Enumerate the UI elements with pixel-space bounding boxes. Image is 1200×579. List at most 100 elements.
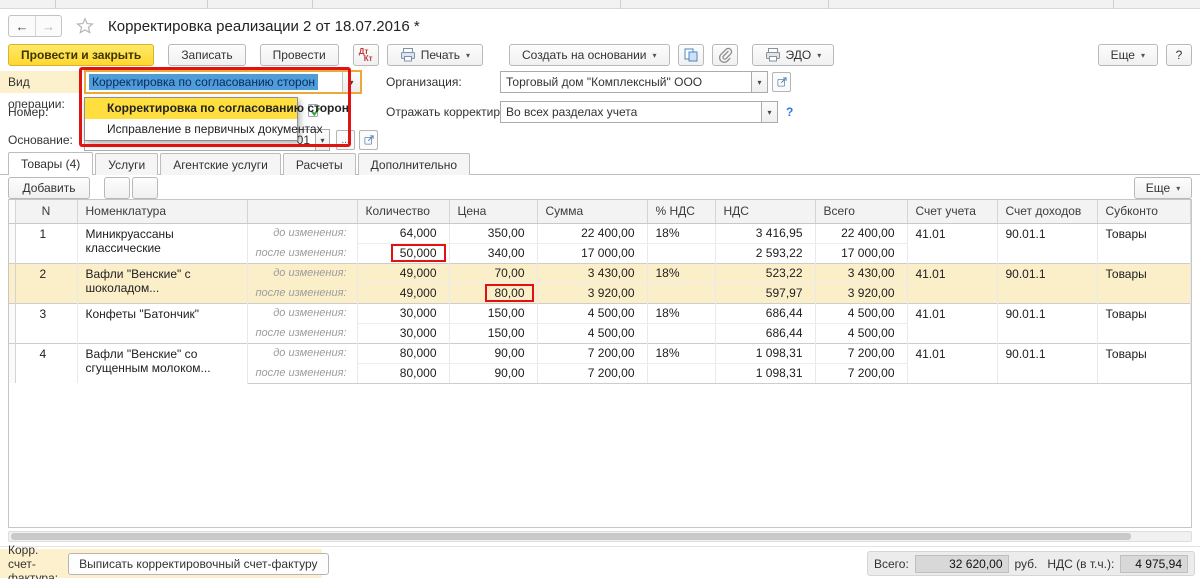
vat-before-cell[interactable]: 1 098,31 — [715, 343, 815, 363]
row-number[interactable]: 4 — [15, 343, 77, 383]
header-nomenclature[interactable]: Номенклатура — [77, 200, 247, 223]
account-cell[interactable]: 41.01 — [907, 343, 997, 363]
move-up-button[interactable] — [104, 177, 130, 199]
related-documents-button[interactable] — [678, 44, 704, 66]
create-on-basis-button[interactable]: Создать на основании▾ — [509, 44, 670, 66]
header-n[interactable]: N — [15, 200, 77, 223]
vat-after-cell[interactable]: 597,97 — [715, 283, 815, 303]
vat-after-cell[interactable]: 686,44 — [715, 323, 815, 343]
price-before-cell[interactable]: 90,00 — [449, 343, 537, 363]
tab-agent-services[interactable]: Агентские услуги — [160, 153, 281, 175]
vat-before-cell[interactable]: 686,44 — [715, 303, 815, 323]
subconto-cell[interactable]: Товары — [1097, 223, 1191, 243]
row-number[interactable]: 1 — [15, 223, 77, 263]
issue-invoice-button[interactable]: Выписать корректировочный счет-фактуру — [68, 553, 328, 575]
organization-field[interactable]: Торговый дом "Комплексный" ООО — [500, 71, 752, 93]
total-before-cell[interactable]: 7 200,00 — [815, 343, 907, 363]
more-button-toolbar[interactable]: Еще▾ — [1098, 44, 1158, 66]
tab-additional[interactable]: Дополнительно — [358, 153, 470, 175]
header-vat[interactable]: НДС — [715, 200, 815, 223]
subconto-cell[interactable]: Товары — [1097, 343, 1191, 363]
header-income-account[interactable]: Счет доходов — [997, 200, 1097, 223]
organization-combo-arrow[interactable]: ▾ — [751, 71, 768, 93]
vat-before-cell[interactable]: 523,22 — [715, 263, 815, 283]
total-after-cell[interactable]: 7 200,00 — [815, 363, 907, 383]
vat-pct-cell[interactable]: 18% — [647, 303, 715, 323]
reflect-combo-arrow[interactable]: ▾ — [761, 101, 778, 123]
sum-before-cell[interactable]: 22 400,00 — [537, 223, 647, 243]
save-button[interactable]: Записать — [168, 44, 245, 66]
price-after-cell[interactable]: 80,00 — [449, 283, 537, 303]
nomenclature-cell[interactable]: Вафли "Венские" с шоколадом... — [77, 263, 247, 303]
income-account-cell[interactable]: 90.01.1 — [997, 303, 1097, 323]
help-button[interactable]: ? — [1166, 44, 1192, 66]
basis-open-button[interactable] — [359, 130, 378, 150]
operation-type-combo[interactable]: Корректировка по согласованию сторон ▾ — [84, 70, 362, 94]
qty-after-cell[interactable]: 30,000 — [357, 323, 449, 343]
dtkt-postings-button[interactable]: ДтКт — [353, 44, 379, 66]
sum-before-cell[interactable]: 3 430,00 — [537, 263, 647, 283]
horizontal-scrollbar[interactable] — [8, 531, 1192, 542]
total-before-cell[interactable]: 3 430,00 — [815, 263, 907, 283]
row-number[interactable]: 3 — [15, 303, 77, 343]
dropdown-option-2[interactable]: Исправление в первичных документах — [85, 119, 297, 140]
subconto-cell[interactable]: Товары — [1097, 263, 1191, 283]
sum-before-cell[interactable]: 7 200,00 — [537, 343, 647, 363]
header-total[interactable]: Всего — [815, 200, 907, 223]
attachments-button[interactable] — [712, 44, 738, 66]
account-cell[interactable]: 41.01 — [907, 303, 997, 323]
vat-pct-cell[interactable]: 18% — [647, 343, 715, 363]
header-quantity[interactable]: Количество — [357, 200, 449, 223]
header-vat-percent[interactable]: % НДС — [647, 200, 715, 223]
sum-after-cell[interactable]: 3 920,00 — [537, 283, 647, 303]
basis-choose-button[interactable]: ... — [336, 130, 355, 150]
forward-button[interactable]: → — [35, 16, 61, 36]
account-cell[interactable]: 41.01 — [907, 223, 997, 243]
combo-arrow-icon[interactable]: ▾ — [342, 72, 360, 92]
qty-before-cell[interactable]: 80,000 — [357, 343, 449, 363]
total-before-cell[interactable]: 22 400,00 — [815, 223, 907, 243]
qty-before-cell[interactable]: 30,000 — [357, 303, 449, 323]
sum-after-cell[interactable]: 17 000,00 — [537, 243, 647, 263]
subconto-cell[interactable]: Товары — [1097, 303, 1191, 323]
income-account-cell[interactable]: 90.01.1 — [997, 263, 1097, 283]
nomenclature-cell[interactable]: Конфеты "Батончик" — [77, 303, 247, 343]
tab-settlements[interactable]: Расчеты — [283, 153, 356, 175]
dropdown-option-1[interactable]: Корректировка по согласованию сторон — [85, 98, 297, 119]
total-after-cell[interactable]: 4 500,00 — [815, 323, 907, 343]
vat-pct-cell[interactable]: 18% — [647, 223, 715, 243]
qty-after-cell[interactable]: 50,000 — [357, 243, 449, 263]
total-before-cell[interactable]: 4 500,00 — [815, 303, 907, 323]
vat-before-cell[interactable]: 3 416,95 — [715, 223, 815, 243]
qty-after-cell[interactable]: 49,000 — [357, 283, 449, 303]
header-price[interactable]: Цена — [449, 200, 537, 223]
price-after-cell[interactable]: 90,00 — [449, 363, 537, 383]
sum-after-cell[interactable]: 7 200,00 — [537, 363, 647, 383]
back-button[interactable]: ← — [9, 16, 35, 36]
row-number[interactable]: 2 — [15, 263, 77, 303]
price-before-cell[interactable]: 70,00 — [449, 263, 537, 283]
header-subconto[interactable]: Субконто — [1097, 200, 1191, 223]
price-before-cell[interactable]: 350,00 — [449, 223, 537, 243]
print-button[interactable]: Печать▾ — [387, 44, 483, 66]
price-after-cell[interactable]: 340,00 — [449, 243, 537, 263]
vat-pct-cell[interactable]: 18% — [647, 263, 715, 283]
qty-before-cell[interactable]: 49,000 — [357, 263, 449, 283]
tab-goods[interactable]: Товары (4) — [8, 152, 93, 175]
reflect-field[interactable]: Во всех разделах учета — [500, 101, 762, 123]
header-change[interactable] — [247, 200, 357, 223]
account-cell[interactable]: 41.01 — [907, 263, 997, 283]
nomenclature-cell[interactable]: Миникруассаны классические — [77, 223, 247, 263]
edo-button[interactable]: ЭДО▾ — [752, 44, 835, 66]
more-button-table[interactable]: Еще▾ — [1134, 177, 1192, 199]
header-sum[interactable]: Сумма — [537, 200, 647, 223]
income-account-cell[interactable]: 90.01.1 — [997, 223, 1097, 243]
reflect-help-icon[interactable]: ? — [786, 105, 793, 119]
header-account[interactable]: Счет учета — [907, 200, 997, 223]
price-before-cell[interactable]: 150,00 — [449, 303, 537, 323]
scrollbar-thumb[interactable] — [11, 533, 1131, 540]
qty-before-cell[interactable]: 64,000 — [357, 223, 449, 243]
vat-after-cell[interactable]: 2 593,22 — [715, 243, 815, 263]
total-after-cell[interactable]: 17 000,00 — [815, 243, 907, 263]
post-button[interactable]: Провести — [260, 44, 339, 66]
